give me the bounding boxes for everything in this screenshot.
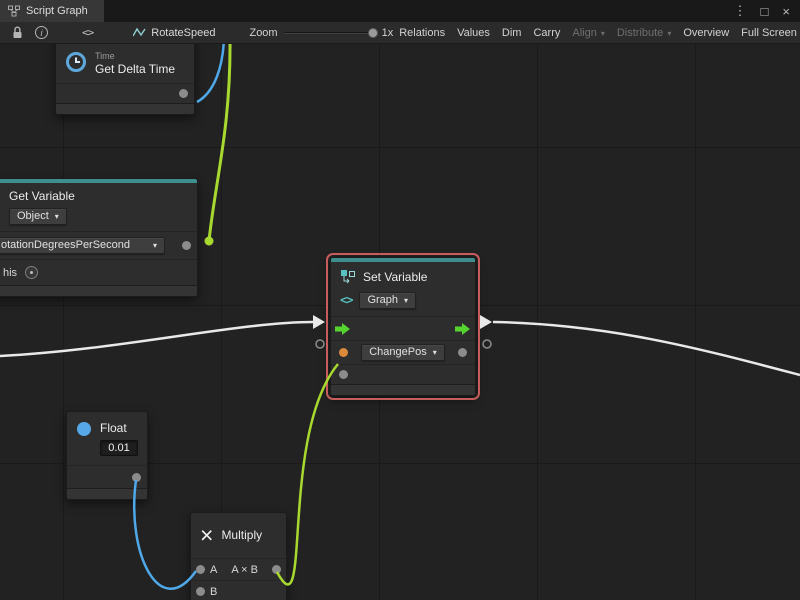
source-object-label: his <box>3 267 17 279</box>
relations-button[interactable]: Relations <box>393 22 451 43</box>
info-button[interactable]: i <box>29 22 54 43</box>
object-picker-icon[interactable] <box>25 266 38 279</box>
node-multiply[interactable]: × Multiply A A × B B <box>190 512 287 600</box>
unity-window: Script Graph ⋮ □ × i <> RotateSpeed <box>0 0 800 600</box>
tab-bar: Script Graph ⋮ □ × <box>0 0 800 22</box>
graph-breadcrumb: RotateSpeed <box>133 27 215 39</box>
lock-button[interactable] <box>6 22 29 43</box>
code-icon: <> <box>340 293 352 307</box>
caret-down-icon: ▾ <box>601 30 605 38</box>
distribute-button[interactable]: Distribute▾ <box>611 22 677 43</box>
node-title: Float <box>100 421 138 436</box>
flow-arrowhead-in <box>313 315 325 329</box>
toolbar-buttons: Relations Values Dim Carry Align▾ Distri… <box>393 22 800 43</box>
overview-button[interactable]: Overview <box>677 22 735 43</box>
close-icon[interactable]: × <box>782 4 790 19</box>
float-icon <box>76 421 92 437</box>
port-output-value[interactable] <box>458 348 467 357</box>
port-row: ChangePos ▾ <box>331 340 475 364</box>
wire-flow-out[interactable] <box>493 322 800 375</box>
port-ring-left[interactable] <box>316 340 324 348</box>
port-delta-time-output[interactable] <box>179 89 188 98</box>
set-variable-icon <box>340 269 356 285</box>
graph-canvas[interactable]: Time Get Delta Time Get Variable Object … <box>0 44 800 600</box>
script-graph-icon <box>8 5 20 17</box>
flow-port-row <box>331 316 475 340</box>
wire-get-variable-output[interactable] <box>209 44 230 241</box>
port-row-b: B <box>191 580 286 600</box>
node-footer <box>331 384 475 395</box>
caret-down-icon: ▾ <box>404 297 408 305</box>
caret-down-icon: ▾ <box>433 349 437 357</box>
multiply-icon: × <box>200 524 213 547</box>
port-row: his <box>0 259 197 285</box>
variable-name-dropdown[interactable]: ChangePos ▾ <box>361 344 445 361</box>
node-title: Get Delta Time <box>95 62 175 77</box>
zoom-slider-knob[interactable] <box>368 28 378 38</box>
zoom-control: Zoom 1x <box>249 27 393 39</box>
node-title: Set Variable <box>363 270 427 285</box>
node-category: Time <box>95 51 175 62</box>
node-footer <box>0 285 197 296</box>
port-variable-name-input[interactable] <box>339 348 348 357</box>
wire-flow-in[interactable] <box>0 322 313 356</box>
node-get-delta-time[interactable]: Time Get Delta Time <box>55 44 195 115</box>
caret-down-icon: ▾ <box>55 213 59 221</box>
variable-name-dropdown[interactable]: otationDegreesPerSecond ▾ <box>0 237 165 254</box>
node-title: Multiply <box>221 528 262 543</box>
align-button[interactable]: Align▾ <box>566 22 610 43</box>
zoom-label: Zoom <box>249 27 277 39</box>
code-icon: <> <box>82 26 93 39</box>
lock-icon <box>12 26 23 39</box>
node-set-variable[interactable]: Set Variable <> Graph ▾ <box>330 257 476 396</box>
node-get-variable[interactable]: Get Variable Object ▾ otationDegreesPerS… <box>0 178 198 297</box>
maximize-icon[interactable]: □ <box>761 4 769 19</box>
window-menu-icon[interactable]: ⋮ <box>734 3 747 19</box>
tab-script-graph[interactable]: Script Graph <box>0 0 104 22</box>
node-title: Get Variable <box>9 189 188 204</box>
info-icon: i <box>35 26 48 39</box>
zoom-value: 1x <box>382 27 394 39</box>
float-value-field[interactable]: 0.01 <box>100 440 138 456</box>
tab-label: Script Graph <box>26 5 88 17</box>
node-footer <box>56 103 194 114</box>
port-row <box>331 364 475 384</box>
edit-graph-button[interactable]: <> <box>76 22 99 43</box>
flow-input-arrow[interactable] <box>335 323 351 335</box>
zoom-slider-track <box>284 32 376 34</box>
caret-down-icon: ▾ <box>667 30 671 38</box>
flow-output-arrow[interactable] <box>455 323 471 335</box>
clock-icon <box>65 51 87 73</box>
values-button[interactable]: Values <box>451 22 496 43</box>
machine-graph-icon <box>133 27 146 38</box>
port-b-input[interactable] <box>196 587 205 596</box>
output-label: A × B <box>231 564 258 576</box>
port-ring-right[interactable] <box>483 340 491 348</box>
zoom-slider[interactable] <box>284 27 376 39</box>
port-row-a: A A × B <box>191 558 286 580</box>
input-b-label: B <box>210 586 217 598</box>
port-row: otationDegreesPerSecond ▾ <box>0 231 197 259</box>
fullscreen-button[interactable]: Full Screen <box>735 22 800 43</box>
port-connected-dot[interactable] <box>205 237 214 246</box>
variable-scope-dropdown[interactable]: Object ▾ <box>9 208 67 225</box>
carry-button[interactable]: Carry <box>527 22 566 43</box>
wire-delta-time[interactable] <box>197 44 224 102</box>
dim-button[interactable]: Dim <box>496 22 528 43</box>
graph-name: RotateSpeed <box>151 27 215 39</box>
caret-down-icon: ▾ <box>153 242 157 250</box>
window-controls: ⋮ □ × <box>734 0 800 22</box>
port-a-input[interactable] <box>196 565 205 574</box>
variable-scope-dropdown[interactable]: Graph ▾ <box>359 292 416 309</box>
port-new-value-input[interactable] <box>339 370 348 379</box>
graph-toolbar: i <> RotateSpeed Zoom 1x Relations Value… <box>0 22 800 44</box>
port-variable-value-output[interactable] <box>182 241 191 250</box>
port-row <box>56 83 194 103</box>
input-a-label: A <box>210 564 217 576</box>
flow-arrowhead-out <box>480 315 492 329</box>
